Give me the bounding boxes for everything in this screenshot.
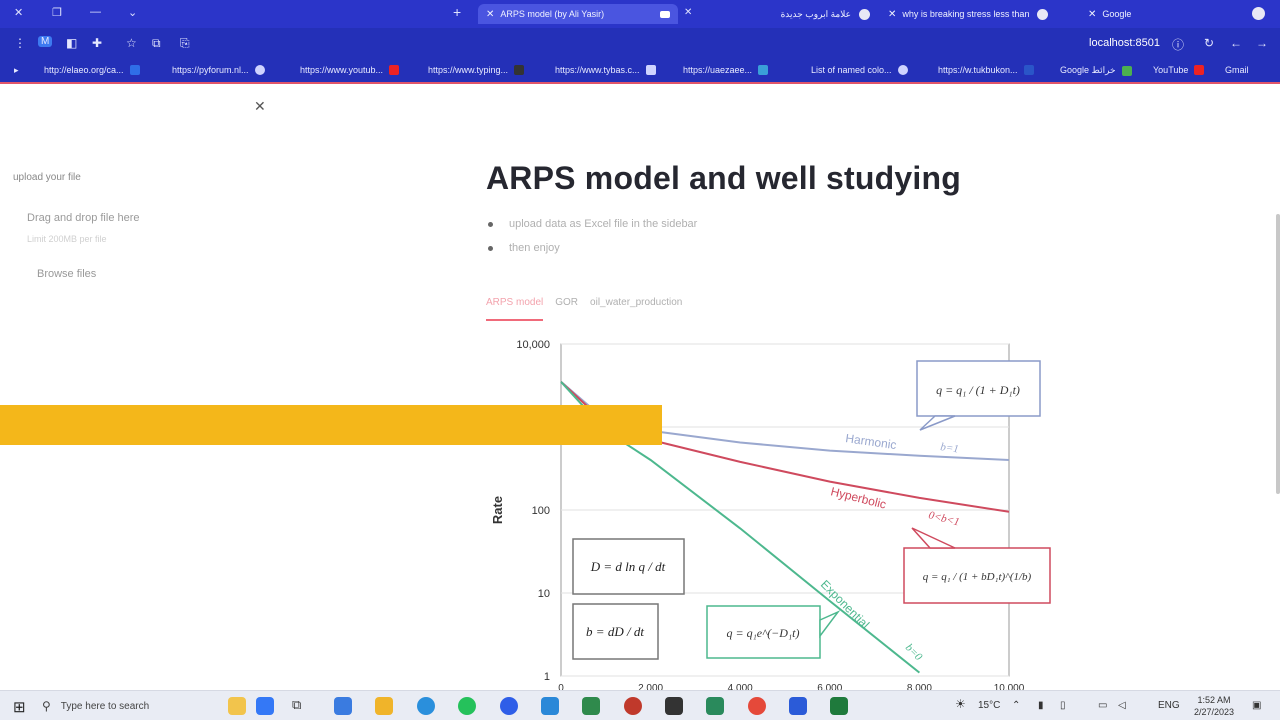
arps-decline-chart: 10,0001001010 2,000 4,000 6,000 8,000 10,000 … [490, 339, 1051, 690]
b-formula: b = dD / dt [586, 624, 644, 639]
x-tick-label: 4,000 [728, 683, 753, 690]
decline-formula: D = d ln q / dt [590, 559, 666, 574]
y-tick-label: 10 [538, 588, 550, 600]
y-tick-label: 10,000 [516, 339, 550, 351]
x-tick-label: 2,000 [638, 683, 663, 690]
harmonic-formula: q = q₁ / (1 + D₁t) [936, 383, 1020, 397]
decline-definition-box: D = d ln q / dt [572, 538, 685, 595]
app-icon[interactable] [256, 697, 274, 715]
mail-icon[interactable] [334, 697, 352, 715]
telegram-icon[interactable] [417, 697, 435, 715]
y-tick-label: 100 [532, 505, 550, 517]
windows-taskbar: ⊞ ⚲ Type here to search ⧉ ☀ 15°C ⌃ ▮ ▯ ▭… [0, 690, 1280, 720]
app-icon[interactable] [624, 697, 642, 715]
file-explorer-icon[interactable] [375, 697, 393, 715]
hyperbolic-formula: q = q₁ / (1 + bD₁t)^(1/b) [923, 571, 1032, 583]
volume-icon[interactable]: ◁ [1118, 700, 1126, 711]
network-icon[interactable]: ▮ [1038, 700, 1044, 711]
y-axis-label: Rate [490, 496, 505, 524]
app-icon[interactable] [582, 697, 600, 715]
taskbar-search[interactable]: ⚲ Type here to search [42, 695, 212, 717]
exponential-formula: q = q₁e^(−D₁t) [727, 626, 800, 640]
language-indicator[interactable]: ENG [1158, 700, 1180, 711]
mic-icon[interactable]: ▯ [1060, 700, 1066, 711]
whatsapp-icon[interactable] [458, 697, 476, 715]
b-definition-box: b = dD / dt [572, 603, 659, 660]
x-tick-label: 0 [558, 683, 564, 690]
x-tick-label: 8,000 [907, 683, 932, 690]
messenger-icon[interactable] [500, 697, 518, 715]
x-tick-label: 6,000 [817, 683, 842, 690]
series-annotation-harmonic: b=1 [940, 441, 960, 455]
overlay-banner [0, 405, 662, 445]
word-icon[interactable] [789, 697, 807, 715]
exponential-formula-box: q = q₁e^(−D₁t) [706, 605, 841, 659]
windows-start-icon[interactable]: ⊞ [13, 698, 26, 716]
app-icon[interactable] [665, 697, 683, 715]
pycharm-icon[interactable] [706, 697, 724, 715]
temperature: 15°C [978, 700, 1001, 711]
weather-icon[interactable]: ☀ [955, 697, 966, 711]
excel-icon[interactable] [830, 697, 848, 715]
chrome-icon[interactable] [748, 697, 766, 715]
tray-chevron-icon[interactable]: ⌃ [1012, 700, 1020, 711]
x-tick-label: 10,000 [994, 683, 1025, 690]
search-icon: ⚲ [42, 699, 51, 713]
system-clock[interactable]: 1:52 AM 2/27/2023 [1194, 694, 1234, 718]
y-tick-label: 1 [544, 671, 550, 683]
widget-icon[interactable] [228, 697, 246, 715]
vscode-icon[interactable] [541, 697, 559, 715]
battery-icon[interactable]: ▭ [1098, 700, 1107, 711]
task-view-icon[interactable]: ⧉ [292, 697, 310, 715]
notification-icon[interactable]: ▣ [1252, 700, 1261, 711]
